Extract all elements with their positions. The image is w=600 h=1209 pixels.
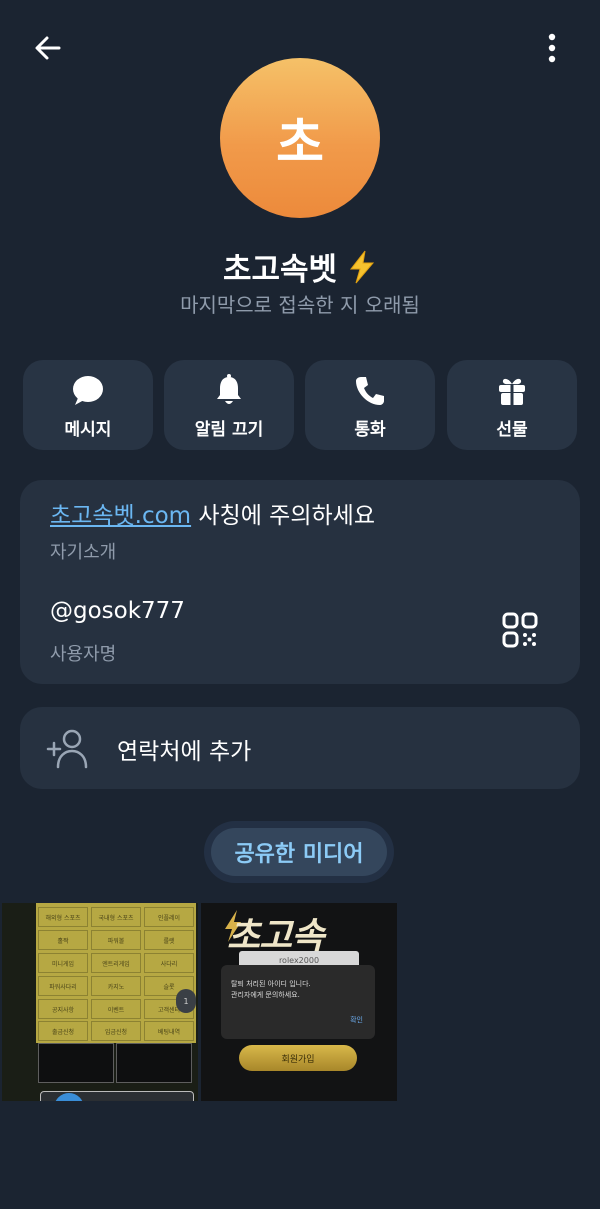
profile-name-row: 초고속벳 bbox=[0, 244, 600, 289]
thumbnail-dialog: 탈퇴 처리된 아이디 입니다. 관리자에게 문의하세요. 확인 bbox=[221, 965, 375, 1039]
arrow-left-icon bbox=[35, 36, 61, 60]
qr-code-icon bbox=[502, 612, 538, 648]
thumbnail-join-button: 회원가입 bbox=[239, 1045, 357, 1071]
dialog-message: 탈퇴 처리된 아이디 입니다. 관리자에게 문의하세요. bbox=[231, 979, 311, 1001]
gift-button[interactable]: 선물 bbox=[447, 360, 577, 450]
add-contact-button[interactable]: 연락처에 추가 bbox=[20, 707, 580, 789]
bell-icon bbox=[211, 373, 247, 409]
grid-cell: 룰렛 bbox=[144, 930, 194, 950]
bio-caption: 자기소개 bbox=[50, 542, 117, 563]
bio-text-rest: 사칭에 주의하세요 bbox=[191, 503, 375, 529]
grid-cell: 파워볼 bbox=[91, 930, 141, 950]
add-person-icon bbox=[46, 729, 88, 769]
dialog-ok: 확인 bbox=[350, 1016, 363, 1024]
add-contact-label: 연락처에 추가 bbox=[117, 739, 252, 765]
media-thumbnail[interactable]: 초고속 rolex2000 탈퇴 처리된 아이디 입니다. 관리자에게 문의하세… bbox=[201, 903, 397, 1101]
phone-icon bbox=[352, 373, 388, 409]
thumbnail-side-badge: 1 bbox=[176, 989, 196, 1013]
mute-button[interactable]: 알림 끄기 bbox=[164, 360, 294, 450]
username-caption: 사용자명 bbox=[50, 644, 117, 665]
profile-info-card: 초고속벳.com 사칭에 주의하세요 자기소개 @gosok777 사용자명 bbox=[20, 480, 580, 684]
call-button[interactable]: 통화 bbox=[305, 360, 435, 450]
grid-cell: 카지노 bbox=[91, 976, 141, 996]
lightning-bolt-icon bbox=[350, 250, 375, 283]
grid-cell: 출금신청 bbox=[38, 1021, 88, 1041]
tab-shared-media[interactable]: 공유한 미디어 bbox=[211, 828, 387, 876]
shared-media-tab-wrapper: 공유한 미디어 bbox=[204, 821, 394, 883]
bio-link[interactable]: 초고속벳.com bbox=[50, 503, 191, 529]
dialog-line-1: 탈퇴 처리된 아이디 입니다. bbox=[231, 980, 311, 988]
grid-cell: 엔트리게임 bbox=[91, 953, 141, 973]
grid-cell: 인플레이 bbox=[144, 907, 194, 927]
grid-cell: 입금신청 bbox=[91, 1021, 141, 1041]
grid-cell: 사다리 bbox=[144, 953, 194, 973]
action-buttons: 메시지 알림 끄기 통화 선물 bbox=[23, 360, 577, 450]
grid-cell: 미니게임 bbox=[38, 953, 88, 973]
media-thumbnail[interactable]: 해외형 스포츠 국내형 스포츠 인플레이 홀짝 파워볼 룰렛 미니게임 엔트리게… bbox=[2, 903, 198, 1101]
dialog-line-2: 관리자에게 문의하세요. bbox=[231, 991, 300, 999]
qr-code-button[interactable] bbox=[500, 610, 540, 650]
mute-button-label: 알림 끄기 bbox=[194, 419, 264, 440]
profile-avatar[interactable]: 초 bbox=[220, 58, 380, 218]
profile-name: 초고속벳 bbox=[222, 252, 338, 288]
thumbnail-menu-grid: 해외형 스포츠 국내형 스포츠 인플레이 홀짝 파워볼 룰렛 미니게임 엔트리게… bbox=[36, 903, 196, 1043]
gift-icon bbox=[494, 373, 530, 409]
grid-cell: 국내형 스포츠 bbox=[91, 907, 141, 927]
avatar-initial: 초 bbox=[276, 113, 324, 174]
back-button[interactable] bbox=[26, 26, 70, 70]
more-options-button[interactable] bbox=[530, 26, 574, 70]
gift-button-label: 선물 bbox=[496, 419, 528, 440]
last-seen-status: 마지막으로 접속한 지 오래됨 bbox=[180, 293, 420, 317]
grid-cell: 공지사항 bbox=[38, 999, 88, 1019]
thumbnail-dark-panel bbox=[38, 1043, 114, 1083]
grid-cell: 홀짝 bbox=[38, 930, 88, 950]
grid-cell: 베팅내역 bbox=[144, 1021, 194, 1041]
call-button-label: 통화 bbox=[354, 419, 386, 440]
grid-cell: 이벤트 bbox=[91, 999, 141, 1019]
chat-bubble-icon bbox=[70, 373, 106, 409]
message-button-label: 메시지 bbox=[64, 419, 112, 440]
kebab-menu-icon bbox=[548, 33, 556, 63]
thumbnail-dark-panel bbox=[116, 1043, 192, 1083]
grid-cell: 해외형 스포츠 bbox=[38, 907, 88, 927]
username[interactable]: @gosok777 bbox=[50, 598, 185, 624]
message-button[interactable]: 메시지 bbox=[23, 360, 153, 450]
grid-cell: 파워사다리 bbox=[38, 976, 88, 996]
bio-text: 초고속벳.com 사칭에 주의하세요 bbox=[50, 496, 375, 530]
